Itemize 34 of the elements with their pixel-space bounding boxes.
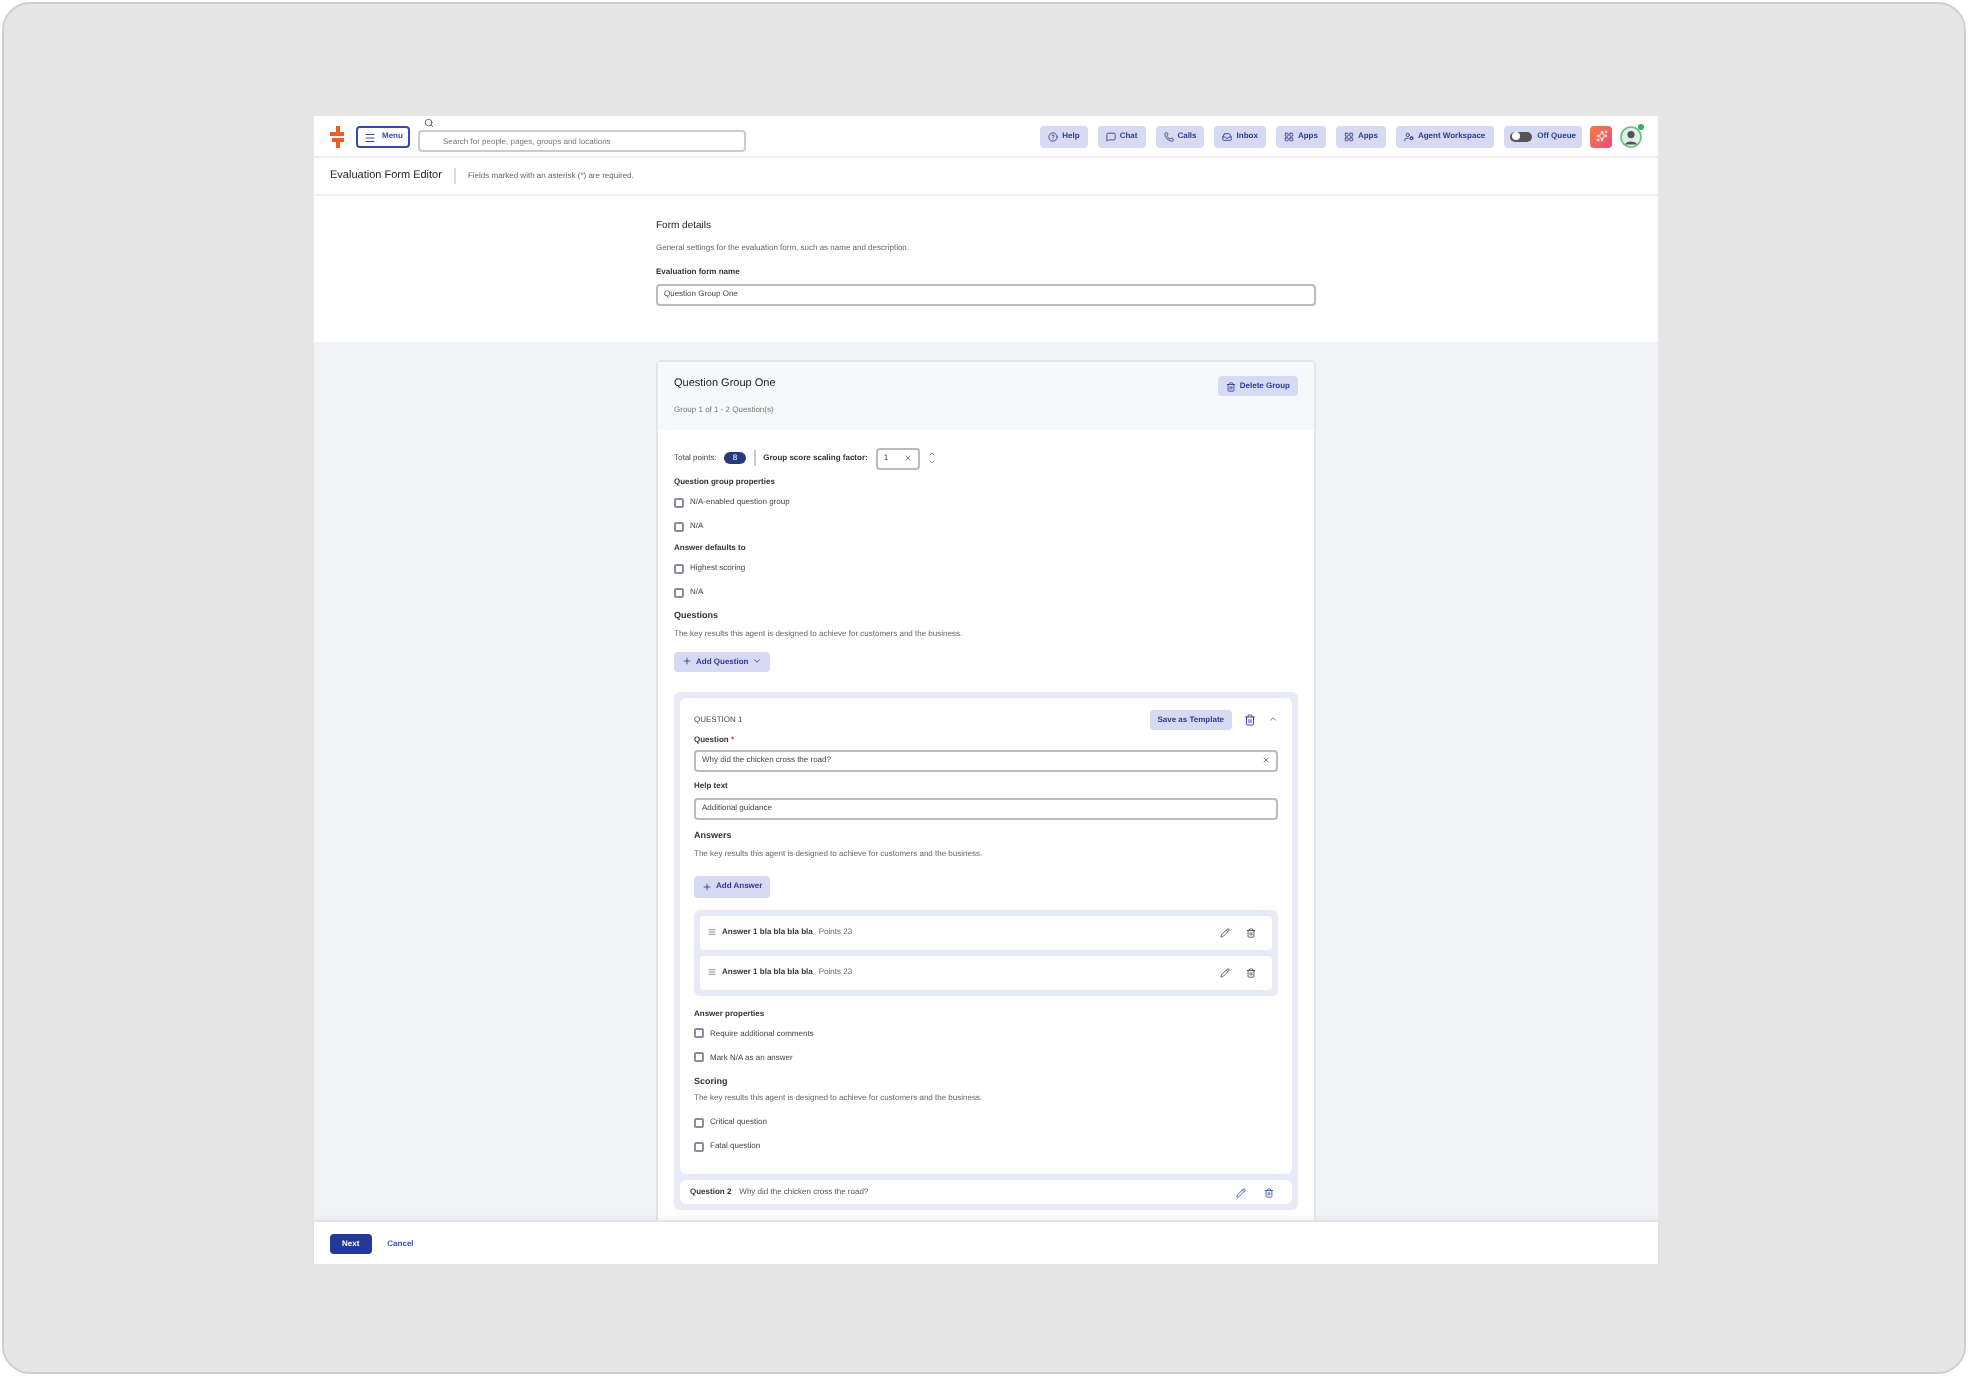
checkbox[interactable] xyxy=(694,1141,704,1152)
phone-icon xyxy=(1163,131,1174,141)
caret-icon xyxy=(752,656,763,667)
trash-icon[interactable] xyxy=(1244,713,1256,726)
trash-icon[interactable] xyxy=(1246,967,1256,977)
menu-icon xyxy=(364,131,376,143)
checkbox[interactable] xyxy=(674,521,684,531)
avatar[interactable] xyxy=(1620,125,1642,147)
drag-handle-icon[interactable] xyxy=(708,968,716,976)
plus-icon xyxy=(682,656,692,667)
edit-icon[interactable] xyxy=(1220,967,1230,977)
edit-icon[interactable] xyxy=(1236,1187,1246,1198)
checkbox[interactable] xyxy=(694,1052,704,1062)
person-icon xyxy=(1403,131,1414,141)
logo-icon[interactable] xyxy=(330,125,344,147)
collapse-icon[interactable] xyxy=(1268,714,1278,725)
checkbox[interactable] xyxy=(694,1117,704,1128)
checkbox[interactable] xyxy=(674,497,684,507)
trash-icon[interactable] xyxy=(1246,927,1256,937)
grid-icon xyxy=(1283,131,1294,141)
edit-icon[interactable] xyxy=(1220,927,1230,937)
grid-icon xyxy=(1343,131,1354,141)
help-icon xyxy=(1048,131,1059,141)
checkbox[interactable] xyxy=(674,563,684,573)
trash-icon xyxy=(1225,381,1236,391)
trash-icon[interactable] xyxy=(1264,1187,1274,1198)
plus-icon xyxy=(702,881,712,891)
chat-icon xyxy=(1105,131,1116,141)
search-icon xyxy=(424,118,435,128)
checkbox[interactable] xyxy=(694,1028,704,1038)
drag-handle-icon[interactable] xyxy=(708,928,716,936)
checkbox[interactable] xyxy=(674,587,684,597)
inbox-icon xyxy=(1222,131,1233,141)
sparkle-button[interactable] xyxy=(1590,125,1612,147)
